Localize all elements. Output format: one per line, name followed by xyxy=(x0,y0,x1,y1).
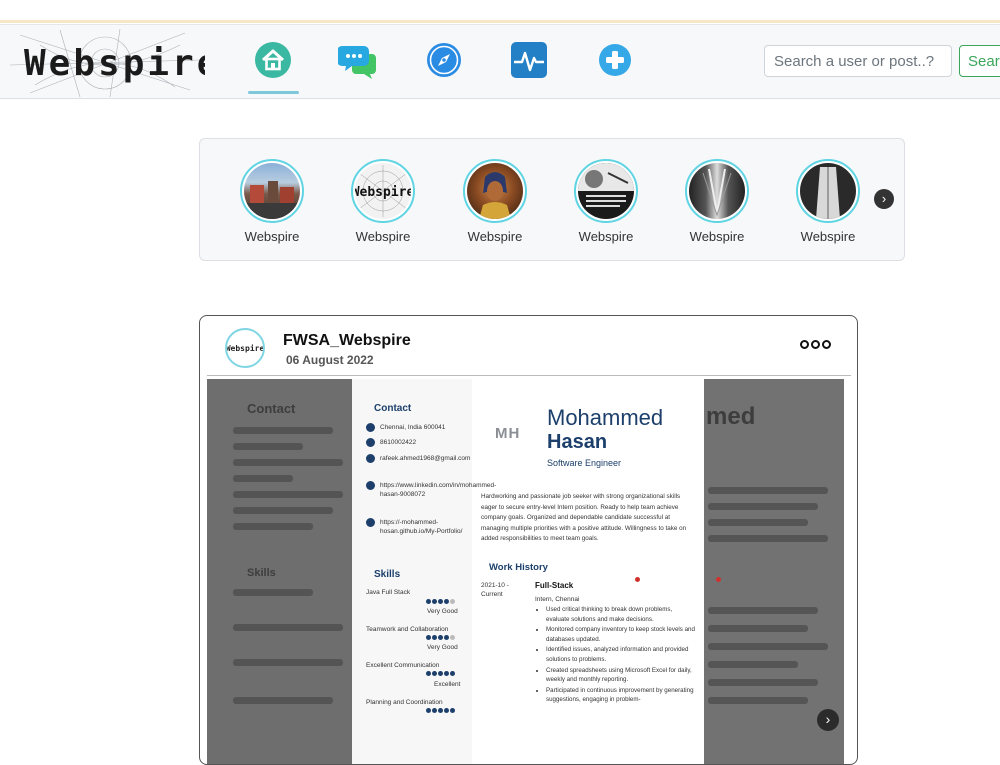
resume-work-bullets: Used critical thinking to break down pro… xyxy=(537,605,697,706)
svg-text:Webspire: Webspire xyxy=(355,185,411,200)
skill-name: Planning and Coordination xyxy=(366,699,443,706)
post-card: Webspire FWSA_Webspire 06 August 2022 Co… xyxy=(199,315,858,765)
chat-icon[interactable] xyxy=(338,40,378,80)
resume-first-name: Mohammed xyxy=(547,405,664,430)
post-avatar[interactable]: Webspire xyxy=(225,328,265,368)
resume-work-bullet: Created spreadsheets using Microsoft Exc… xyxy=(546,666,697,685)
resume-contact-heading: Contact xyxy=(374,403,412,414)
post-username[interactable]: FWSA_Webspire xyxy=(283,332,411,350)
resume-last-name: Hasan xyxy=(547,431,608,453)
resume-work-heading: Work History xyxy=(489,562,548,573)
resume-work-bullet: Used critical thinking to break down pro… xyxy=(546,605,697,624)
active-tab-indicator xyxy=(248,91,299,94)
resume-work-bullet: Identified issues, analyzed information … xyxy=(546,645,697,664)
resume-contact-line: https://-mohammed-hosan.github.io/My-Por… xyxy=(380,519,463,535)
skill-level: Very Good xyxy=(427,608,458,615)
story-name: Webspire xyxy=(467,229,523,244)
story-name: Webspire xyxy=(578,229,634,244)
skill-rating xyxy=(426,599,455,604)
story-name: Webspire xyxy=(244,229,300,244)
story-item[interactable]: Webspire xyxy=(682,159,752,244)
search-button[interactable]: Search xyxy=(959,45,1000,77)
resume-contact-line: Chennai, India 600041 xyxy=(380,424,446,431)
skill-name: Teamwork and Collaboration xyxy=(366,626,449,633)
story-avatar xyxy=(240,159,304,223)
story-avatar: Webspire xyxy=(351,159,415,223)
resume-contact-line: rafeek.ahmed1968@gmail.com xyxy=(380,455,471,462)
logo-text: Webspire xyxy=(24,43,205,84)
skill-rating xyxy=(426,635,455,640)
browser-top-strip xyxy=(0,0,1000,24)
skill-level: Excellent xyxy=(434,681,461,688)
plus-icon[interactable] xyxy=(595,40,635,80)
story-item[interactable]: Webspire xyxy=(237,159,307,244)
story-avatar xyxy=(574,159,638,223)
resume-work-company: Intern, Chennai xyxy=(535,596,580,603)
story-avatar xyxy=(463,159,527,223)
resume-contact-line: 8610002422 xyxy=(380,439,417,446)
story-item[interactable]: Webspire Webspire xyxy=(348,159,418,244)
post-image[interactable]: Contact Skills med Contact Chennai, Indi… xyxy=(207,379,844,764)
post-divider xyxy=(207,375,851,376)
blurred-background-right: med xyxy=(704,379,844,764)
skill-name: Excellent Communication xyxy=(366,662,440,669)
resume-initials: MH xyxy=(495,425,521,442)
egyptian-portrait-icon xyxy=(479,172,511,219)
story-name: Webspire xyxy=(355,229,411,244)
skill-rating xyxy=(426,708,455,713)
story-item[interactable]: Webspire xyxy=(793,159,863,244)
resume-work-date: 2021-10 - Current xyxy=(481,582,509,598)
corridor-photo-icon xyxy=(702,168,732,217)
resume-work-bullet: Participated in continuous improvement b… xyxy=(546,686,697,705)
resume-work-title: Full-Stack xyxy=(535,581,574,590)
blurred-background-left: Contact Skills xyxy=(207,379,352,764)
chevron-right-icon[interactable]: › xyxy=(817,709,839,731)
skill-name: Java Full Stack xyxy=(366,589,411,596)
phone-icon xyxy=(366,438,375,447)
resume-contact-line: https://www.linkedin.com/in/mohammed-has… xyxy=(380,482,497,498)
compass-icon[interactable] xyxy=(424,40,464,80)
location-icon xyxy=(366,423,375,432)
story-avatar xyxy=(685,159,749,223)
skill-level: Very Good xyxy=(427,644,458,651)
quote-poster-icon xyxy=(578,163,634,207)
skill-rating xyxy=(426,671,455,676)
post-date: 06 August 2022 xyxy=(286,353,374,367)
robe-photo-icon xyxy=(816,167,840,219)
chevron-right-icon[interactable]: › xyxy=(874,189,894,209)
email-icon xyxy=(366,454,375,463)
link-icon xyxy=(366,518,375,527)
stories-bar: Webspire Webspire Webspire Webspire Webs… xyxy=(199,138,905,261)
webspire-logo-icon: Webspire xyxy=(355,165,411,217)
story-avatar xyxy=(796,159,860,223)
story-item[interactable]: Webspire xyxy=(460,159,530,244)
story-name: Webspire xyxy=(800,229,856,244)
search-input[interactable] xyxy=(764,45,952,77)
home-icon[interactable] xyxy=(253,40,293,80)
red-marker xyxy=(635,577,640,582)
red-marker xyxy=(716,577,721,582)
resume-document: Contact Chennai, India 600041 8610002422… xyxy=(352,379,704,764)
story-item[interactable]: Webspire xyxy=(571,159,641,244)
linkedin-icon xyxy=(366,481,375,490)
activity-icon[interactable] xyxy=(509,40,549,80)
street-photo-icon xyxy=(244,181,300,219)
top-navbar: Webspire Search xyxy=(0,24,1000,99)
more-icon[interactable] xyxy=(800,340,831,349)
story-name: Webspire xyxy=(689,229,745,244)
resume-work-bullet: Monitored company inventory to keep stoc… xyxy=(546,625,697,644)
webspire-logo[interactable]: Webspire xyxy=(0,25,205,99)
resume-role: Software Engineer xyxy=(547,458,622,468)
resume-summary: Hardworking and passionate job seeker wi… xyxy=(481,493,687,542)
resume-skills-heading: Skills xyxy=(374,569,401,580)
